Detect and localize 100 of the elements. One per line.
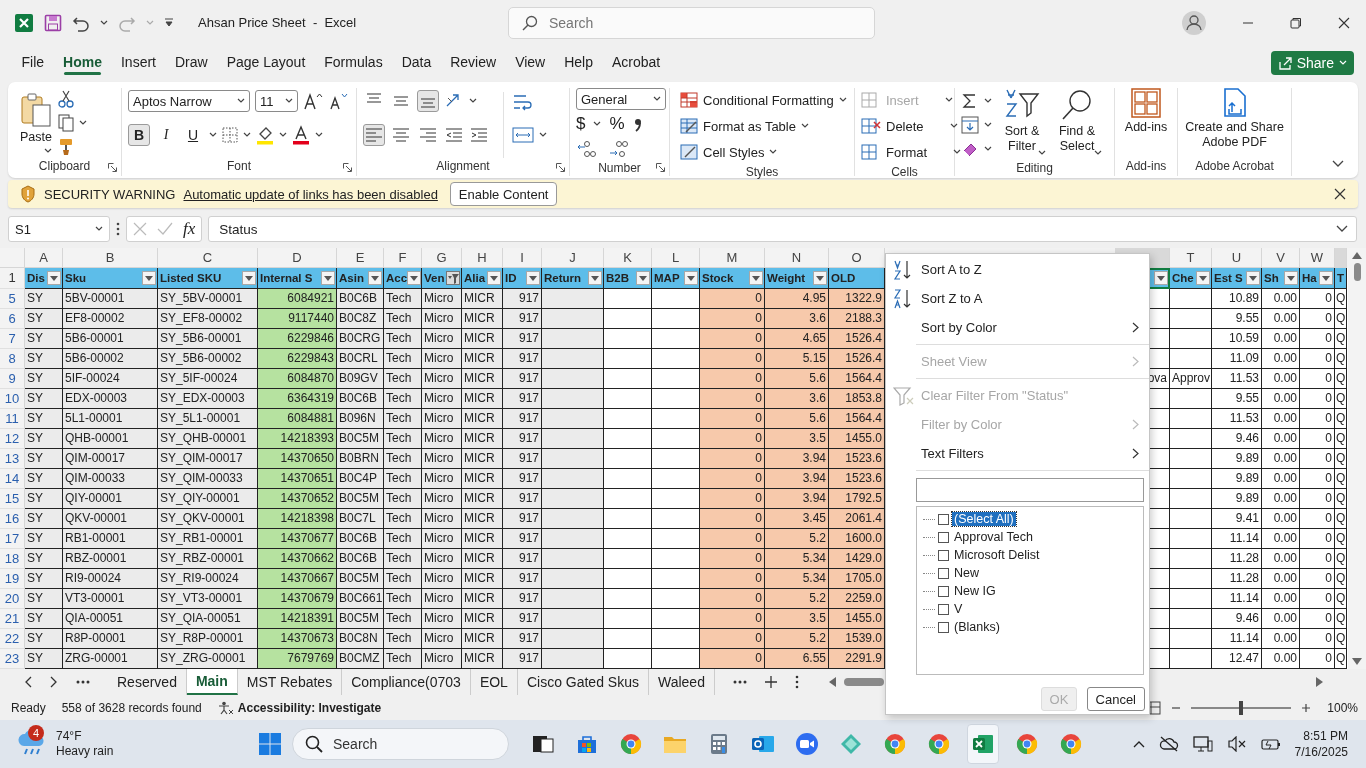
list-item[interactable]: (Select All)	[952, 512, 1016, 526]
format-toggle-button[interactable]: B	[128, 124, 150, 146]
network-icon[interactable]	[1192, 736, 1213, 752]
row-number[interactable]: 9	[0, 369, 25, 389]
filter-dropdown-button[interactable]	[368, 271, 382, 285]
accessibility-button[interactable]: Accessibility: Investigate	[217, 700, 382, 715]
decrease-indent-icon[interactable]	[444, 126, 464, 144]
name-box[interactable]: S1	[8, 216, 110, 242]
create-pdf-button[interactable]: Create and Share Adobe PDF	[1184, 88, 1285, 158]
filter-dropdown-button[interactable]	[749, 271, 763, 285]
filter-dropdown-button[interactable]	[684, 271, 698, 285]
caret-icon[interactable]	[984, 146, 992, 152]
sort-filter-button[interactable]: Sort & Filter	[998, 88, 1046, 160]
sheet-tab[interactable]: MST Rebates	[237, 669, 343, 695]
dialog-launcher-icon[interactable]	[556, 163, 565, 172]
close-icon[interactable]	[1338, 16, 1350, 29]
filter-dropdown-button[interactable]	[1196, 271, 1210, 285]
menu-item[interactable]: Sort Z to A	[886, 284, 1149, 313]
dialog-launcher-icon[interactable]	[108, 163, 117, 172]
mute-icon[interactable]	[1226, 736, 1247, 752]
more-vertical-icon[interactable]	[794, 675, 799, 689]
expand-icon[interactable]	[1336, 225, 1348, 233]
warning-link[interactable]: Automatic update of links has been disabled	[183, 186, 438, 202]
add-sheet-icon[interactable]	[764, 676, 777, 688]
row-number[interactable]: 22	[0, 629, 25, 649]
cut-icon[interactable]	[58, 90, 74, 108]
ribbon-tab[interactable]: Page Layout	[217, 45, 315, 80]
ribbon-tab[interactable]: Acrobat	[602, 45, 670, 80]
check-icon[interactable]	[157, 222, 173, 236]
list-item[interactable]: (Blanks)	[952, 620, 1002, 634]
save-icon[interactable]	[44, 13, 62, 32]
filter-dropdown-button[interactable]	[1246, 271, 1260, 285]
comma-style-icon[interactable]	[632, 116, 643, 132]
filter-applied-button[interactable]	[446, 271, 460, 285]
filter-dropdown-button[interactable]	[407, 271, 422, 285]
row-number[interactable]: 15	[0, 489, 25, 509]
caret-icon[interactable]	[539, 132, 547, 138]
font-color-icon[interactable]	[292, 125, 310, 145]
paste-button[interactable]: Paste	[20, 130, 52, 145]
search-field[interactable]: Search	[508, 6, 875, 39]
cells-menu-button[interactable]: Delete	[861, 114, 962, 138]
scroll-right-icon[interactable]	[1315, 677, 1323, 687]
styles-menu-button[interactable]: Conditional Formatting	[680, 88, 847, 112]
checkbox[interactable]	[938, 621, 949, 633]
row-number[interactable]: 17	[0, 529, 25, 549]
filter-dropdown-button[interactable]	[487, 271, 501, 285]
menu-item[interactable]: Sort by Color	[886, 313, 1149, 342]
format-toggle-button[interactable]: U	[182, 124, 204, 146]
zoom-in-icon[interactable]	[1301, 702, 1312, 713]
restore-icon[interactable]	[1290, 16, 1302, 29]
row-number[interactable]: 23	[0, 649, 25, 669]
shrink-font-icon[interactable]	[328, 92, 348, 110]
sheet-tab[interactable]: Cisco Gated Skus	[517, 669, 649, 695]
copy-icon[interactable]	[58, 114, 74, 132]
fill-down-icon[interactable]	[961, 116, 979, 134]
scroll-down-icon[interactable]	[1352, 658, 1362, 665]
vertical-align-button[interactable]	[417, 90, 439, 112]
format-toggle-button[interactable]: I	[155, 124, 177, 146]
collapse-ribbon-icon[interactable]	[1332, 160, 1344, 168]
ribbon-tab[interactable]: Draw	[165, 45, 218, 80]
list-item[interactable]: V	[952, 602, 965, 616]
dialog-launcher-icon[interactable]	[343, 163, 352, 172]
row-number[interactable]: 18	[0, 549, 25, 569]
ribbon-tab[interactable]: Insert	[111, 45, 166, 80]
list-item[interactable]: Approval Tech	[952, 530, 1035, 544]
scroll-left-icon[interactable]	[828, 677, 836, 687]
list-item[interactable]: New IG	[952, 584, 998, 598]
row-number[interactable]: 1	[0, 268, 25, 289]
filter-dropdown-button[interactable]	[1154, 271, 1168, 285]
find-select-button[interactable]: Find & Select	[1052, 88, 1102, 160]
caret-icon[interactable]	[469, 98, 477, 104]
currency-button[interactable]: $	[576, 113, 586, 135]
caret-icon[interactable]	[243, 132, 251, 138]
percent-button[interactable]: %	[609, 113, 625, 135]
checkbox[interactable]	[938, 603, 949, 615]
previous-icon[interactable]	[24, 676, 32, 688]
cells-menu-button[interactable]: Format	[861, 140, 962, 164]
filter-dropdown-button[interactable]	[242, 271, 256, 285]
filter-dropdown-button[interactable]	[142, 271, 156, 285]
row-number[interactable]: 19	[0, 569, 25, 589]
customize-icon[interactable]	[164, 17, 174, 28]
row-number[interactable]: 14	[0, 469, 25, 489]
chevron-up-icon[interactable]	[1132, 740, 1145, 748]
search-field[interactable]	[916, 478, 1144, 502]
sheet-tab[interactable]: EOL	[470, 669, 518, 695]
caret-icon[interactable]	[984, 122, 992, 128]
caret-icon[interactable]	[44, 148, 52, 154]
cloud-off-icon[interactable]	[1158, 736, 1179, 752]
more-icon[interactable]	[76, 680, 90, 684]
enable-content-button[interactable]: Enable Content	[449, 182, 558, 206]
row-number[interactable]: 5	[0, 289, 25, 309]
increase-indent-icon[interactable]	[469, 126, 489, 144]
filter-dropdown-button[interactable]	[588, 271, 602, 285]
decrease-decimal-icon[interactable]	[608, 139, 628, 159]
menu-item[interactable]: Text Filters	[886, 439, 1149, 468]
add-ins-button[interactable]: Add-ins	[1121, 88, 1171, 158]
borders-icon[interactable]	[222, 127, 238, 143]
filter-dropdown-button[interactable]	[526, 271, 540, 285]
sheet-tab[interactable]: Reserved	[108, 669, 187, 695]
ribbon-tab[interactable]: View	[505, 45, 555, 80]
